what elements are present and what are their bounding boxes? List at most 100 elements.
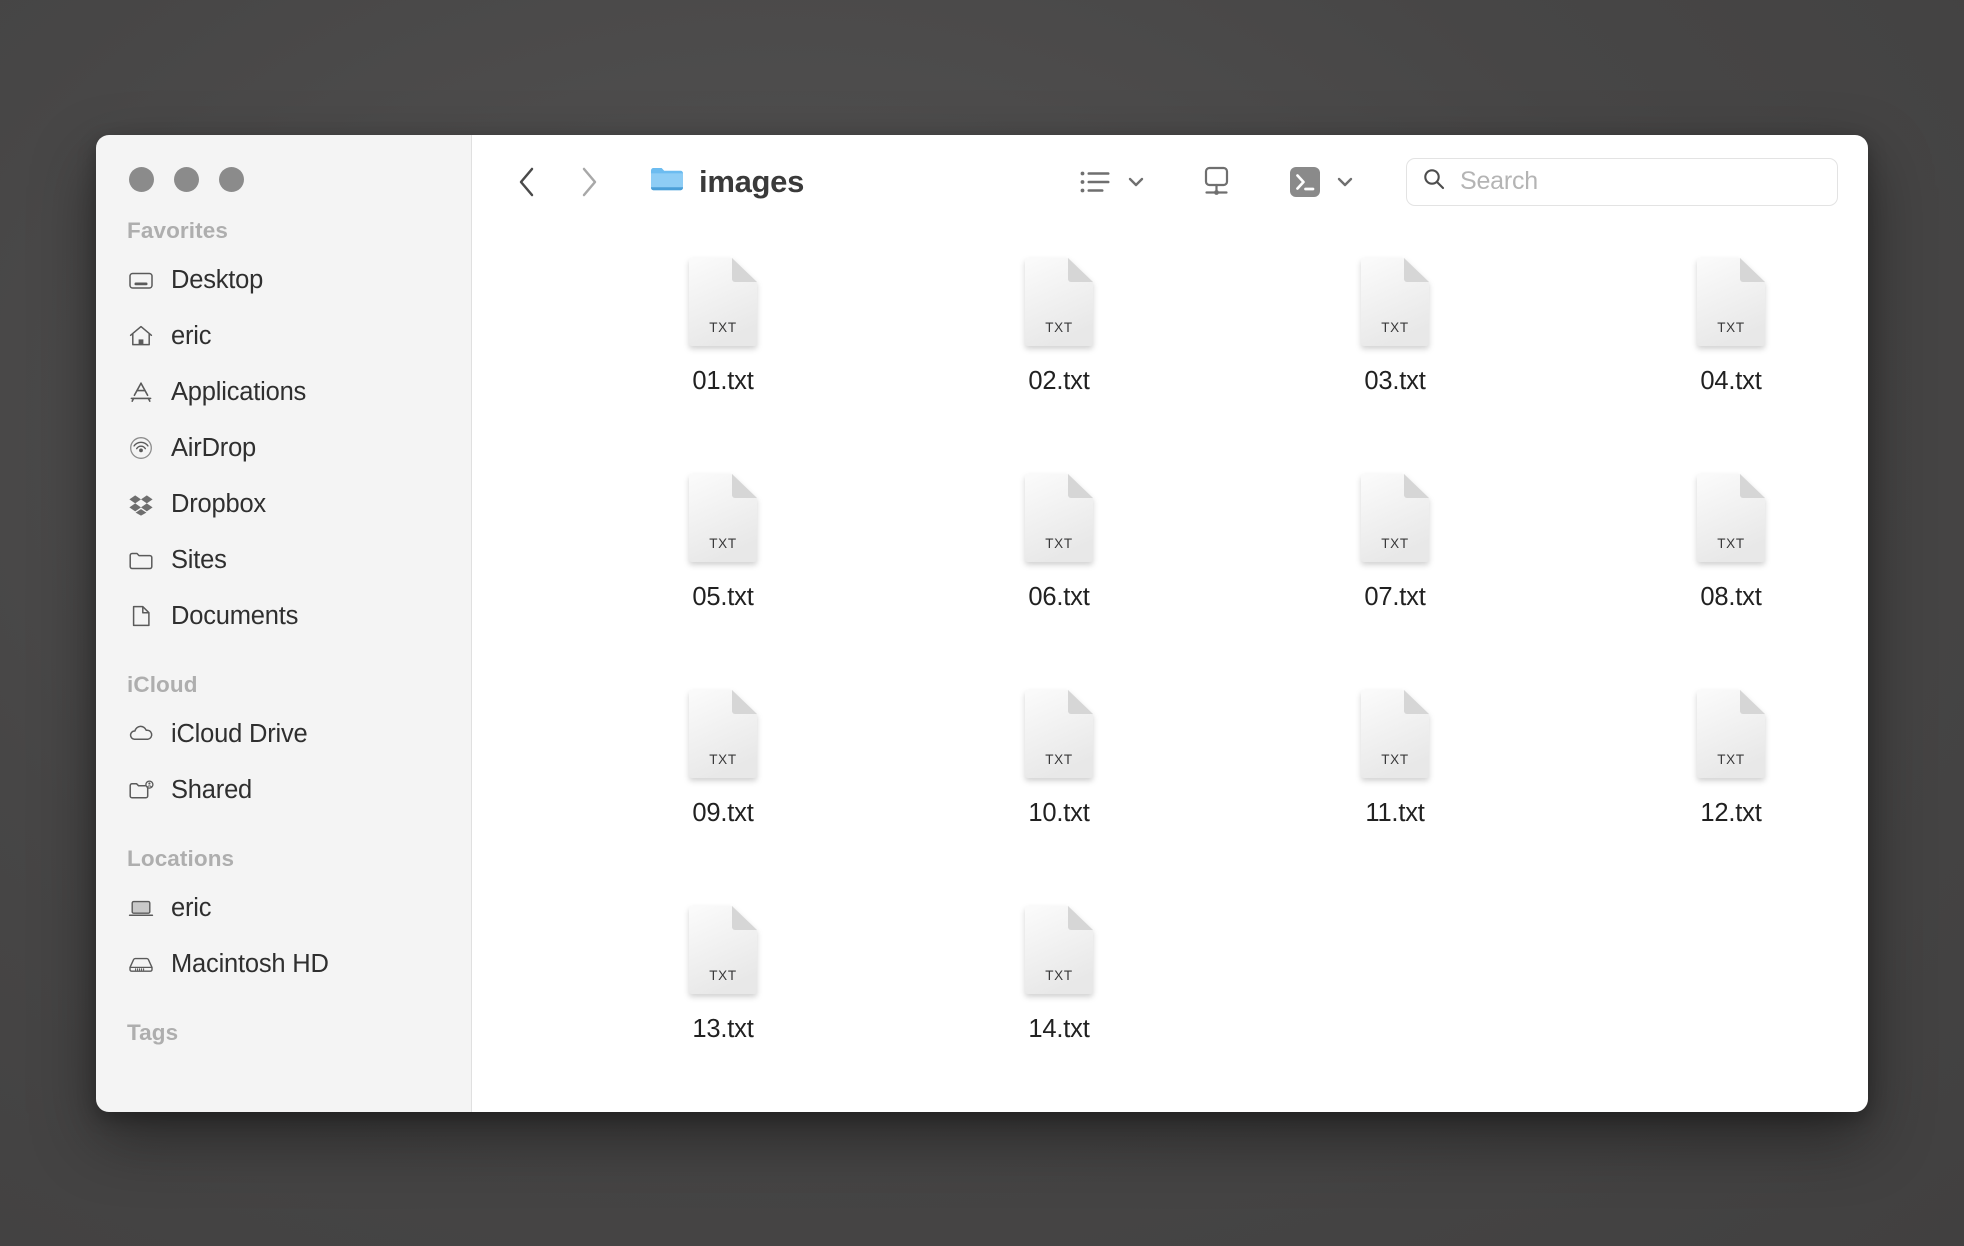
file-item[interactable]: TXT 10.txt: [891, 678, 1227, 894]
file-name-label: 14.txt: [1028, 1015, 1090, 1043]
cloud-icon: [127, 720, 155, 748]
file-name-label: 06.txt: [1028, 583, 1090, 611]
file-item[interactable]: TXT 14.txt: [891, 894, 1227, 1110]
file-name-label: 11.txt: [1365, 799, 1425, 827]
sidebar-item-label: Shared: [171, 775, 253, 804]
sidebar-header-locations: Locations: [127, 846, 235, 871]
file-item[interactable]: TXT 02.txt: [891, 246, 1227, 462]
search-field[interactable]: Search: [1406, 157, 1838, 206]
page-title: images: [699, 163, 805, 199]
sidebar-item-desktop[interactable]: Desktop: [96, 252, 471, 308]
close-button[interactable]: [129, 167, 154, 192]
search-icon: [1421, 166, 1447, 197]
laptop-icon: [127, 894, 155, 922]
txt-file-icon: TXT: [1695, 472, 1767, 564]
maximize-button[interactable]: [219, 167, 244, 192]
toolbar-right: Search: [1076, 157, 1838, 206]
file-type-label: TXT: [1717, 752, 1745, 767]
txt-file-icon: TXT: [687, 472, 759, 564]
view-options-group: [1076, 165, 1147, 199]
shared-folder-icon: [127, 776, 155, 804]
sidebar-item-label: Macintosh HD: [171, 949, 329, 978]
file-item[interactable]: TXT 13.txt: [555, 894, 891, 1110]
traffic-lights: [96, 135, 471, 192]
file-type-label: TXT: [709, 320, 737, 335]
sidebar-item-label: iCloud Drive: [171, 719, 308, 748]
sidebar-header-tags: Tags: [127, 1020, 179, 1045]
file-type-label: TXT: [709, 752, 737, 767]
sidebar-item-dropbox[interactable]: Dropbox: [96, 476, 471, 532]
file-name-label: 04.txt: [1700, 367, 1762, 395]
terminal-chevron-down-icon[interactable]: [1334, 171, 1356, 193]
sidebar-item-documents[interactable]: Documents: [96, 588, 471, 644]
file-type-label: TXT: [1045, 968, 1073, 983]
sidebar-item-icloud-drive[interactable]: iCloud Drive: [96, 706, 471, 762]
file-name-label: 02.txt: [1028, 367, 1090, 395]
file-type-label: TXT: [1045, 320, 1073, 335]
file-name-label: 10.txt: [1028, 799, 1090, 827]
display-screen-icon[interactable]: [1194, 162, 1238, 202]
terminal-group: [1285, 162, 1356, 202]
sidebar-item-label: Applications: [171, 377, 307, 406]
file-item[interactable]: TXT 03.txt: [1227, 246, 1563, 462]
applications-icon: [127, 378, 155, 406]
sidebar-item-label: AirDrop: [171, 433, 257, 462]
txt-file-icon: TXT: [1359, 256, 1431, 348]
file-item[interactable]: TXT 06.txt: [891, 462, 1227, 678]
txt-file-icon: TXT: [1695, 688, 1767, 780]
sidebar-item-label: eric: [171, 893, 212, 922]
list-view-icon[interactable]: [1076, 165, 1116, 199]
file-item[interactable]: TXT 07.txt: [1227, 462, 1563, 678]
file-item[interactable]: TXT 12.txt: [1563, 678, 1868, 894]
file-type-label: TXT: [1381, 536, 1409, 551]
file-type-label: TXT: [709, 968, 737, 983]
file-item[interactable]: TXT 01.txt: [555, 246, 891, 462]
sidebar-item-eric-home[interactable]: eric: [96, 308, 471, 364]
view-options-chevron-down-icon[interactable]: [1125, 171, 1147, 193]
sidebar-item-eric-computer[interactable]: eric: [96, 880, 471, 936]
terminal-icon[interactable]: [1285, 162, 1325, 202]
sidebar-item-shared[interactable]: Shared: [96, 762, 471, 818]
file-grid-container[interactable]: TXT 01.txt TXT 02.txt TXT 03.txt TXT 04.…: [472, 228, 1868, 1112]
sidebar-item-sites[interactable]: Sites: [96, 532, 471, 588]
file-item[interactable]: TXT 04.txt: [1563, 246, 1868, 462]
finder-window: Favorites Desktop eric Applications AirD…: [96, 135, 1868, 1112]
back-button[interactable]: [510, 162, 544, 202]
file-item[interactable]: TXT 09.txt: [555, 678, 891, 894]
txt-file-icon: TXT: [1023, 904, 1095, 996]
minimize-button[interactable]: [174, 167, 199, 192]
txt-file-icon: TXT: [1359, 688, 1431, 780]
toolbar: images Search: [472, 135, 1868, 228]
file-name-label: 09.txt: [692, 799, 754, 827]
file-grid: TXT 01.txt TXT 02.txt TXT 03.txt TXT 04.…: [472, 246, 1868, 1110]
file-item[interactable]: TXT 08.txt: [1563, 462, 1868, 678]
breadcrumb[interactable]: images: [650, 164, 804, 200]
file-type-label: TXT: [709, 536, 737, 551]
file-name-label: 03.txt: [1364, 367, 1426, 395]
file-type-label: TXT: [1717, 320, 1745, 335]
sidebar-scroll[interactable]: Favorites Desktop eric Applications AirD…: [96, 192, 471, 1054]
file-name-label: 13.txt: [692, 1015, 754, 1043]
hard-drive-icon: [127, 950, 155, 978]
airdrop-icon: [127, 434, 155, 462]
file-item[interactable]: TXT 11.txt: [1227, 678, 1563, 894]
file-item[interactable]: TXT 05.txt: [555, 462, 891, 678]
sidebar-item-airdrop[interactable]: AirDrop: [96, 420, 471, 476]
sidebar-item-label: Documents: [171, 601, 299, 630]
file-name-label: 08.txt: [1700, 583, 1762, 611]
forward-button[interactable]: [572, 162, 606, 202]
txt-file-icon: TXT: [1359, 472, 1431, 564]
search-input[interactable]: Search: [1460, 167, 1538, 196]
sidebar-item-label: eric: [171, 321, 212, 350]
sidebar-item-macintosh-hd[interactable]: Macintosh HD: [96, 936, 471, 992]
sidebar-section-tags: Tags: [96, 1020, 471, 1054]
sidebar-item-applications[interactable]: Applications: [96, 364, 471, 420]
sidebar-item-label: Desktop: [171, 265, 264, 294]
sidebar-section-locations: Locations eric Macintosh HD: [96, 846, 471, 992]
txt-file-icon: TXT: [687, 256, 759, 348]
file-name-label: 07.txt: [1364, 583, 1426, 611]
navigation-buttons: [510, 162, 606, 202]
file-name-label: 01.txt: [692, 367, 754, 395]
desktop-icon: [127, 266, 155, 294]
dropbox-icon: [127, 490, 155, 518]
